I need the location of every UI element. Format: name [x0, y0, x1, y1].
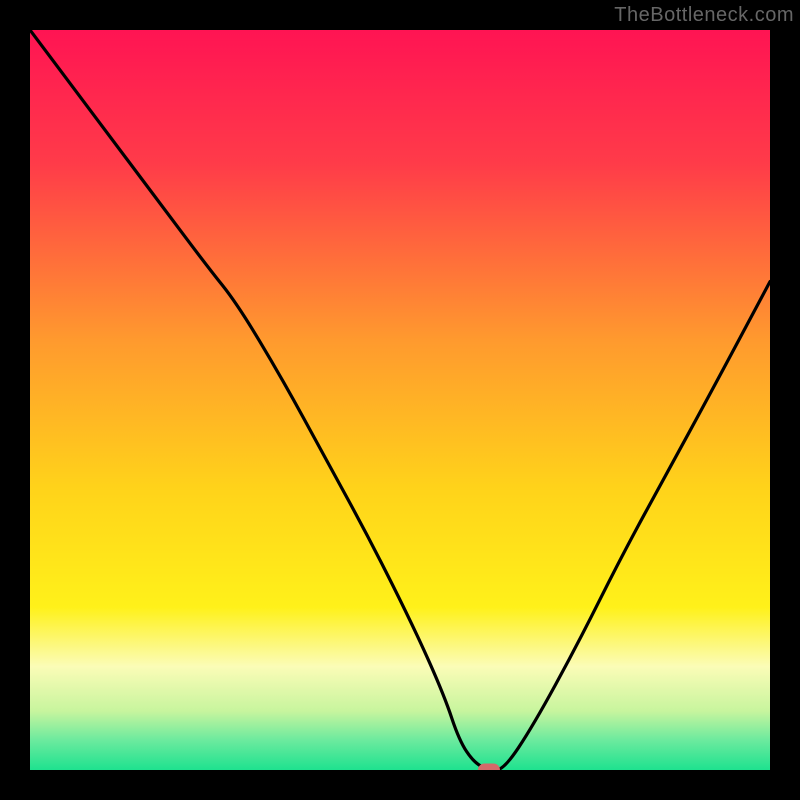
chart-frame: TheBottleneck.com: [0, 0, 800, 800]
watermark-text: TheBottleneck.com: [614, 4, 794, 27]
bottleneck-curve: [30, 30, 770, 770]
optimal-marker: [478, 764, 500, 771]
plot-area: [30, 30, 770, 770]
